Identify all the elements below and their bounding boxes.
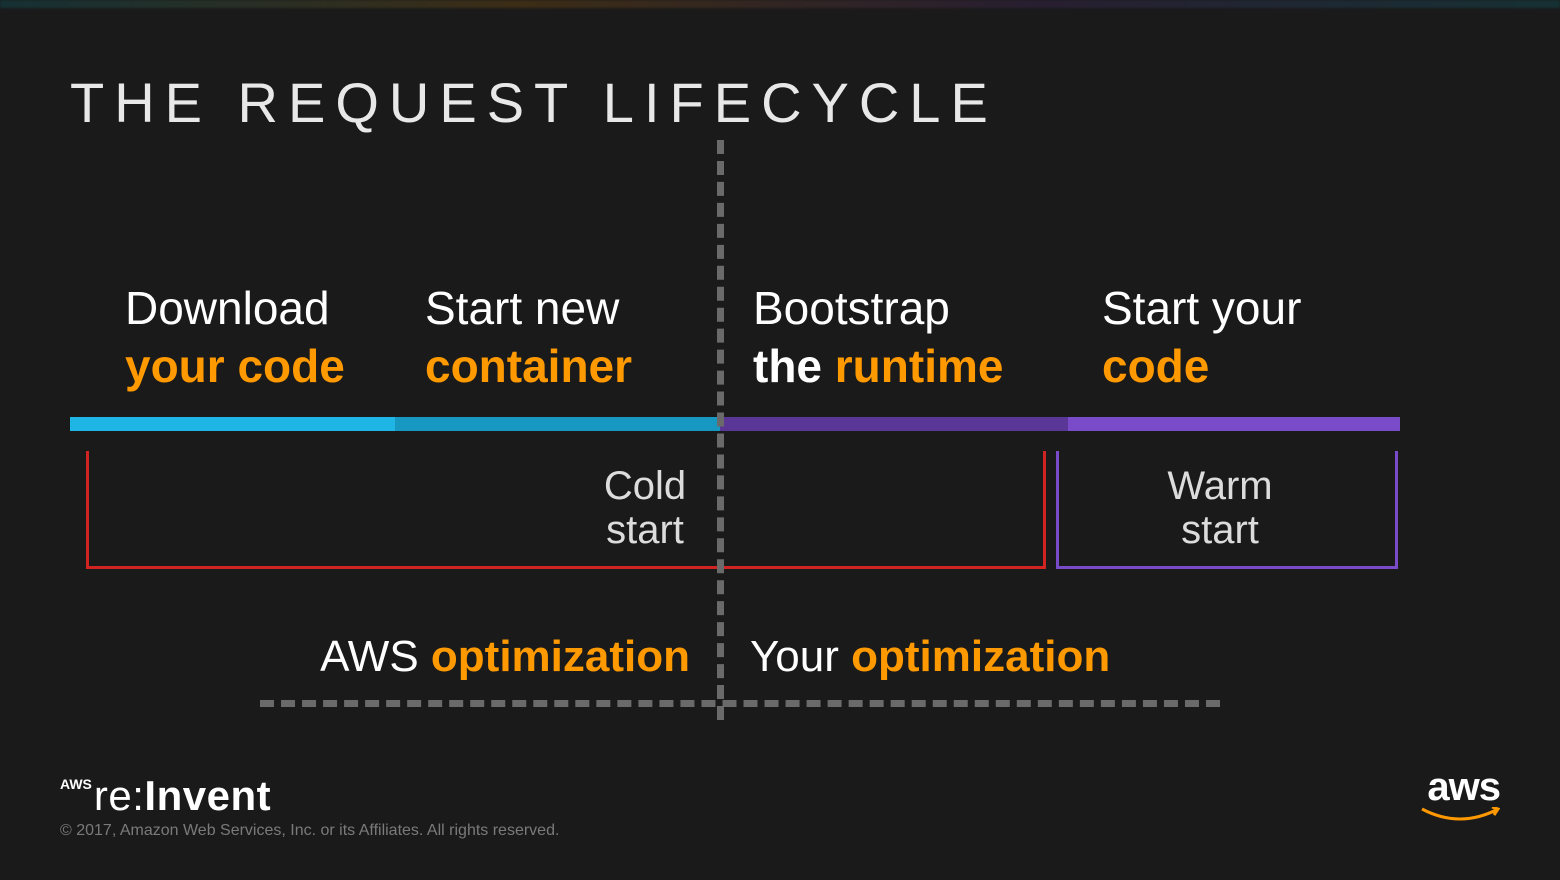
phase-label-line1: Download <box>125 280 395 338</box>
bar-segment-runtime <box>720 417 1068 431</box>
phase-label-line2: code <box>1102 338 1400 396</box>
reinvent-logo: AWSre:Invent <box>60 772 559 820</box>
phase-start-container: Start new container <box>395 280 720 395</box>
top-decoration-bar <box>0 0 1560 8</box>
optimization-row: AWS optimization Your optimization <box>70 632 1400 682</box>
phase-labels-row: Download your code Start new container B… <box>70 280 1400 395</box>
aws-smile-icon <box>1420 807 1500 827</box>
phase-label-line1: Start your <box>1102 280 1400 338</box>
cold-start-label: Cold start <box>585 464 705 552</box>
bar-segment-download <box>70 417 395 431</box>
your-optimization-label: Your optimization <box>720 632 1110 682</box>
phase-start-code: Start your code <box>1070 280 1400 395</box>
lifecycle-diagram: Download your code Start new container B… <box>70 280 1400 591</box>
phase-label-line1: Bootstrap <box>753 280 1070 338</box>
warm-start-label: Warm start <box>1150 464 1290 552</box>
aws-optimization-label: AWS optimization <box>70 632 720 682</box>
cold-start-bracket <box>86 451 1046 569</box>
phase-label-line2: the runtime <box>753 338 1070 396</box>
phase-bootstrap-runtime: Bootstrap the runtime <box>720 280 1070 395</box>
phase-label-line2: container <box>425 338 720 396</box>
phase-label-line2: your code <box>125 338 395 396</box>
start-boxes: Cold start Warm start <box>70 451 1400 591</box>
copyright-text: © 2017, Amazon Web Services, Inc. or its… <box>60 822 559 840</box>
phase-download: Download your code <box>70 280 395 395</box>
aws-logo-text: aws <box>1420 767 1500 807</box>
bar-segment-code <box>1068 417 1400 431</box>
footer-right: aws <box>1420 767 1500 832</box>
timeline-bar <box>70 417 1400 431</box>
phase-label-line1: Start new <box>425 280 720 338</box>
horizontal-divider <box>260 700 1220 707</box>
slide-title: THE REQUEST LIFECYCLE <box>70 70 998 135</box>
footer-left: AWSre:Invent © 2017, Amazon Web Services… <box>60 772 559 840</box>
bar-segment-container <box>395 417 720 431</box>
